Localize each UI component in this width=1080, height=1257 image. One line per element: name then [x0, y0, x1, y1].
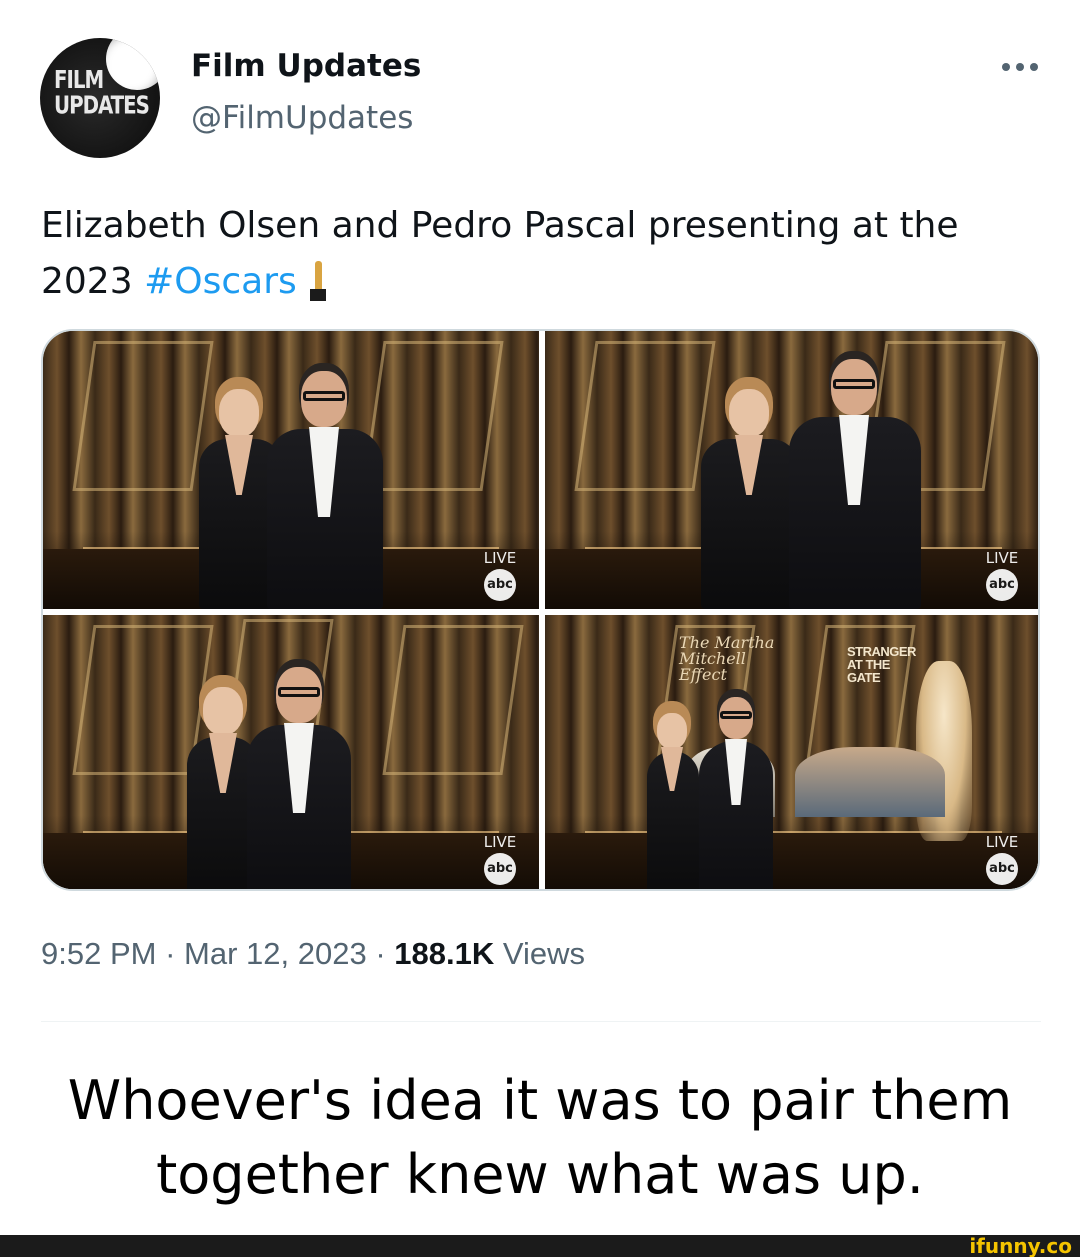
avatar[interactable]: FILM UPDATES — [40, 38, 160, 158]
views-label: Views — [502, 936, 586, 971]
meta-separator: · — [375, 936, 386, 971]
presenter-man — [785, 359, 925, 609]
ifunny-watermark[interactable]: ifunny.co — [969, 1235, 1072, 1257]
avatar-logo: FILM UPDATES — [54, 66, 150, 121]
views-count: 188.1K — [394, 936, 495, 971]
footer-bar: ifunny.co — [0, 1235, 1080, 1257]
meme-caption: Whoever's idea it was to pair them toget… — [0, 1064, 1080, 1212]
hashtag-link[interactable]: #Oscars — [144, 261, 297, 302]
tweet-metadata: 9:52 PM · Mar 12, 2023 · 188.1K Views — [41, 936, 585, 972]
photo-1[interactable]: LIVE abc — [43, 331, 539, 609]
abc-logo-icon: abc — [986, 569, 1018, 601]
presenter-man — [695, 697, 777, 889]
tweet-time[interactable]: 9:52 PM — [41, 936, 156, 971]
screen-title-stranger-at-the-gate: STRANGER AT THE GATE — [847, 644, 916, 685]
more-dot-icon — [1016, 63, 1024, 71]
meta-separator: · — [165, 936, 176, 971]
divider — [41, 1021, 1041, 1022]
media-grid: LIVE abc LIVE abc LIVE abc The Martha Mi… — [41, 329, 1040, 891]
tweet-card: FILM UPDATES Film Updates @FilmUpdates E… — [0, 0, 1080, 1235]
photo-4[interactable]: The Martha Mitchell Effect STRANGER AT T… — [545, 615, 1038, 889]
live-label: LIVE — [985, 833, 1019, 851]
stage-decoration — [382, 625, 524, 775]
photo-2[interactable]: LIVE abc — [545, 331, 1038, 609]
photo-3[interactable]: LIVE abc — [43, 615, 539, 889]
oscar-statue-emoji-icon — [307, 259, 329, 303]
more-options-button[interactable] — [998, 52, 1042, 82]
live-label: LIVE — [483, 549, 517, 567]
presenter-man — [243, 667, 355, 889]
live-badge: LIVE abc — [480, 833, 520, 885]
live-badge: LIVE abc — [982, 833, 1022, 885]
screen-crowd — [795, 747, 945, 817]
tweet-date[interactable]: Mar 12, 2023 — [184, 936, 367, 971]
stage-floor — [545, 833, 1038, 889]
more-dot-icon — [1030, 63, 1038, 71]
live-label: LIVE — [483, 833, 517, 851]
avatar-logo-line2: UPDATES — [54, 91, 150, 121]
presenter-man — [263, 371, 387, 609]
live-badge: LIVE abc — [982, 549, 1022, 601]
caption-line-1: Whoever's idea it was to pair them — [67, 1069, 1013, 1132]
live-label: LIVE — [985, 549, 1019, 567]
abc-logo-icon: abc — [986, 853, 1018, 885]
abc-logo-icon: abc — [484, 853, 516, 885]
author-handle[interactable]: @FilmUpdates — [191, 100, 413, 136]
avatar-logo-line1: FILM — [54, 66, 104, 96]
author-name[interactable]: Film Updates — [191, 48, 421, 84]
live-badge: LIVE abc — [480, 549, 520, 601]
caption-line-2: together knew what was up. — [156, 1143, 924, 1206]
screen-title-martha-mitchell: The Martha Mitchell Effect — [679, 633, 775, 684]
abc-logo-icon: abc — [484, 569, 516, 601]
tweet-text: Elizabeth Olsen and Pedro Pascal present… — [41, 198, 1041, 310]
more-dot-icon — [1002, 63, 1010, 71]
